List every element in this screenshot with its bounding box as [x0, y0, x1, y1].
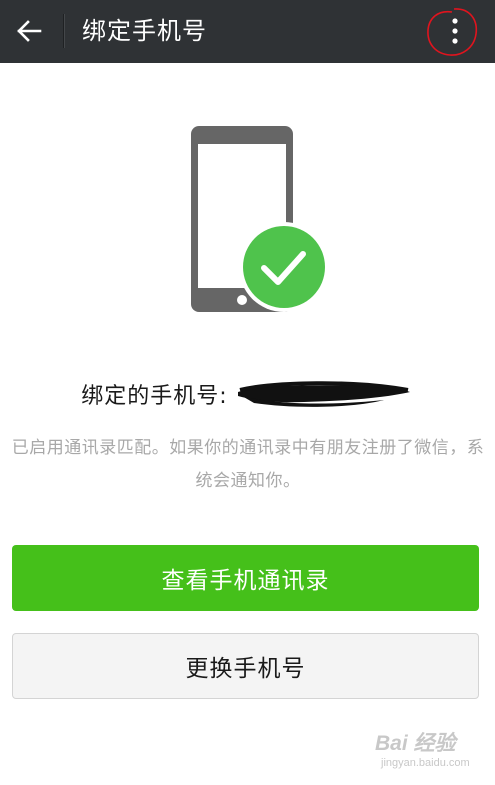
bound-number-row: 绑定的手机号:	[0, 370, 495, 418]
watermark-url: jingyan.baidu.com	[381, 757, 470, 769]
bound-number-label: 绑定的手机号:	[81, 384, 228, 409]
view-contacts-button[interactable]: 查看手机通讯录	[12, 545, 479, 611]
header-divider	[63, 14, 65, 48]
back-button[interactable]	[8, 10, 50, 52]
phone-check-illustration	[191, 126, 329, 312]
top-bar: 绑定手机号	[0, 0, 495, 63]
change-number-button[interactable]: 更换手机号	[12, 633, 479, 699]
contacts-match-description: 已启用通讯录匹配。如果你的通讯录中有朋友注册了微信，系统会通知你。	[11, 438, 485, 491]
watermark-brand: Bai 经验	[375, 732, 456, 755]
page-title: 绑定手机号	[82, 17, 207, 45]
more-vertical-icon	[452, 18, 458, 44]
more-options-button[interactable]	[434, 10, 476, 52]
baidu-watermark: Bai 经验 jingyan.baidu.com	[375, 727, 487, 779]
redacted-phone-number	[237, 381, 410, 407]
checkmark-icon	[239, 222, 329, 312]
arrow-left-icon	[17, 20, 42, 42]
